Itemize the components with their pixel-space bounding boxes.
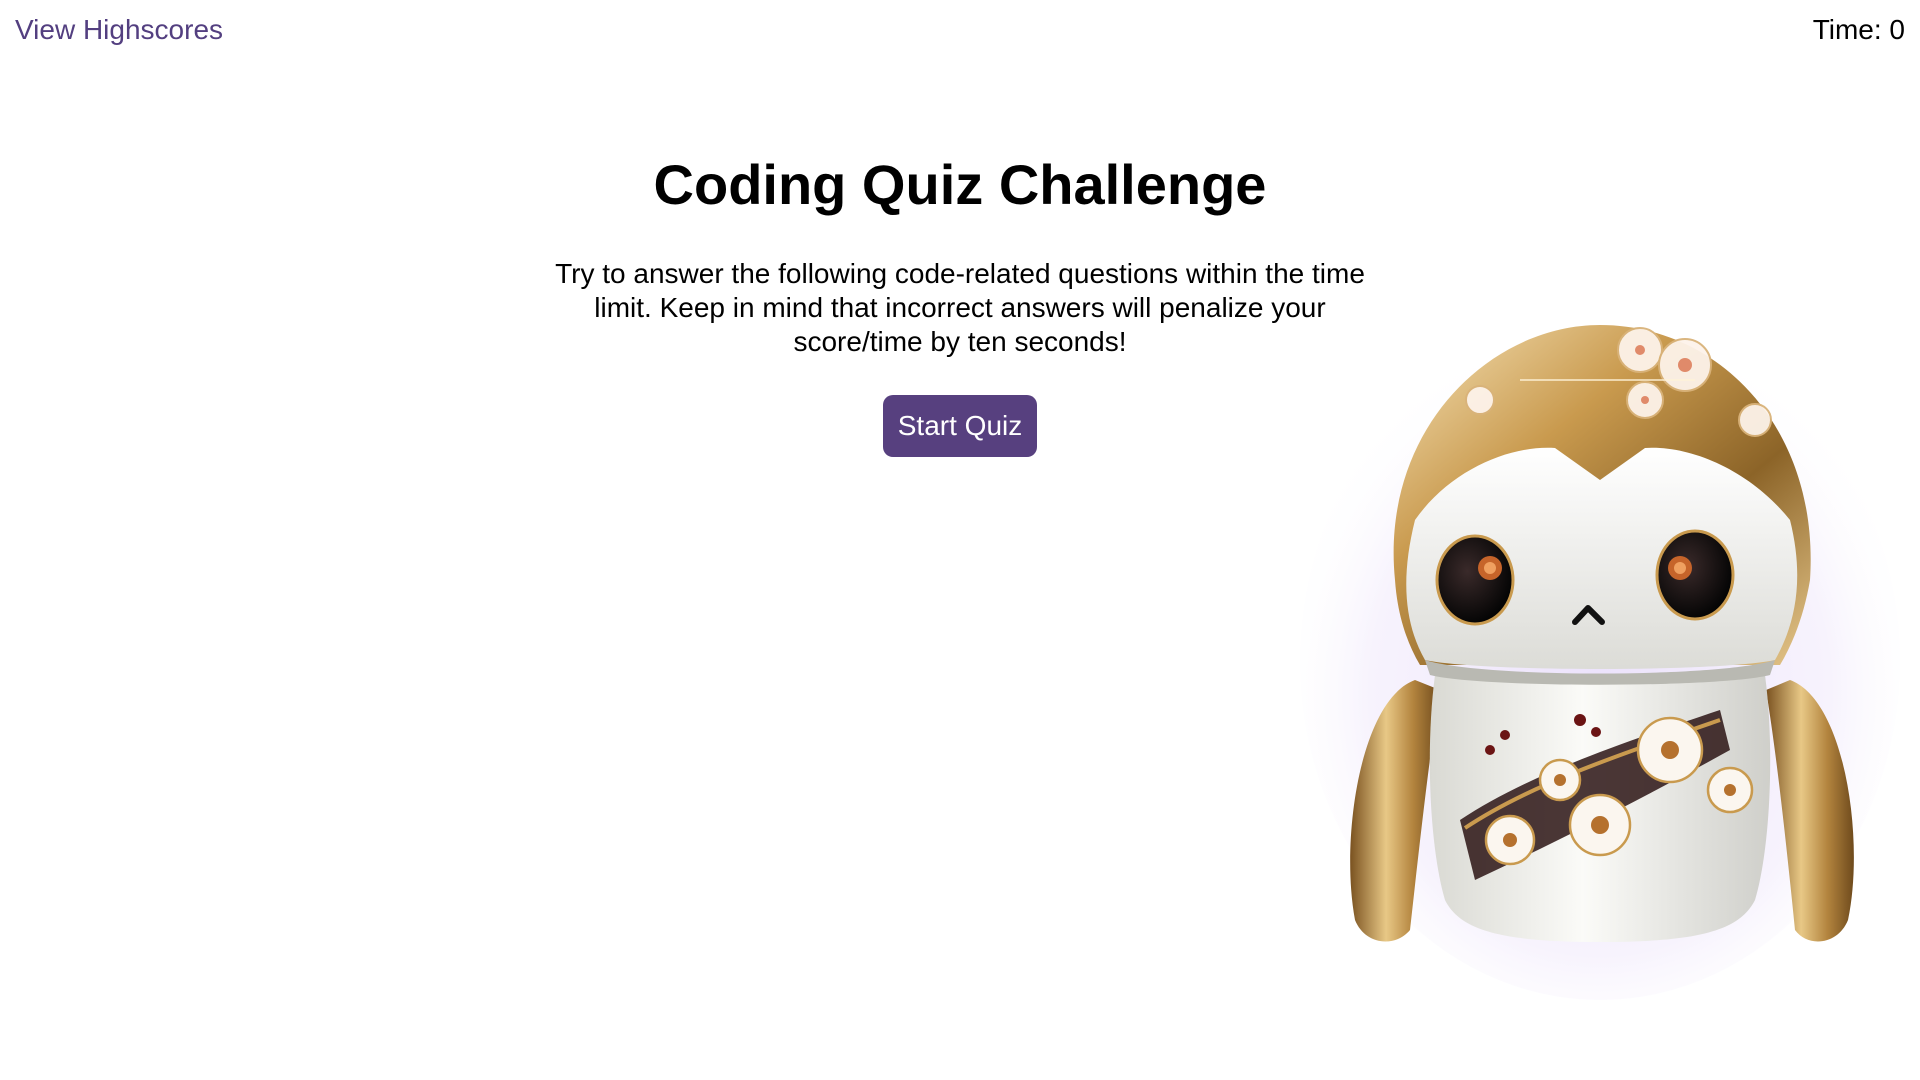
- timer-display: Time: 0: [1812, 14, 1905, 45]
- intro-section: Coding Quiz Challenge Try to answer the …: [520, 145, 1400, 457]
- page-title: Coding Quiz Challenge: [653, 153, 1267, 216]
- view-highscores-link[interactable]: View Highscores: [15, 14, 223, 46]
- robot-mascot-image: [1300, 280, 1900, 1000]
- start-quiz-button[interactable]: Start Quiz: [882, 395, 1038, 457]
- quiz-description: Try to answer the following code-related…: [555, 258, 1365, 357]
- quiz-start-page: View Highscores Time: 0 Coding Quiz Chal…: [0, 0, 1920, 1080]
- robot-mascot-icon: [1300, 320, 1900, 1000]
